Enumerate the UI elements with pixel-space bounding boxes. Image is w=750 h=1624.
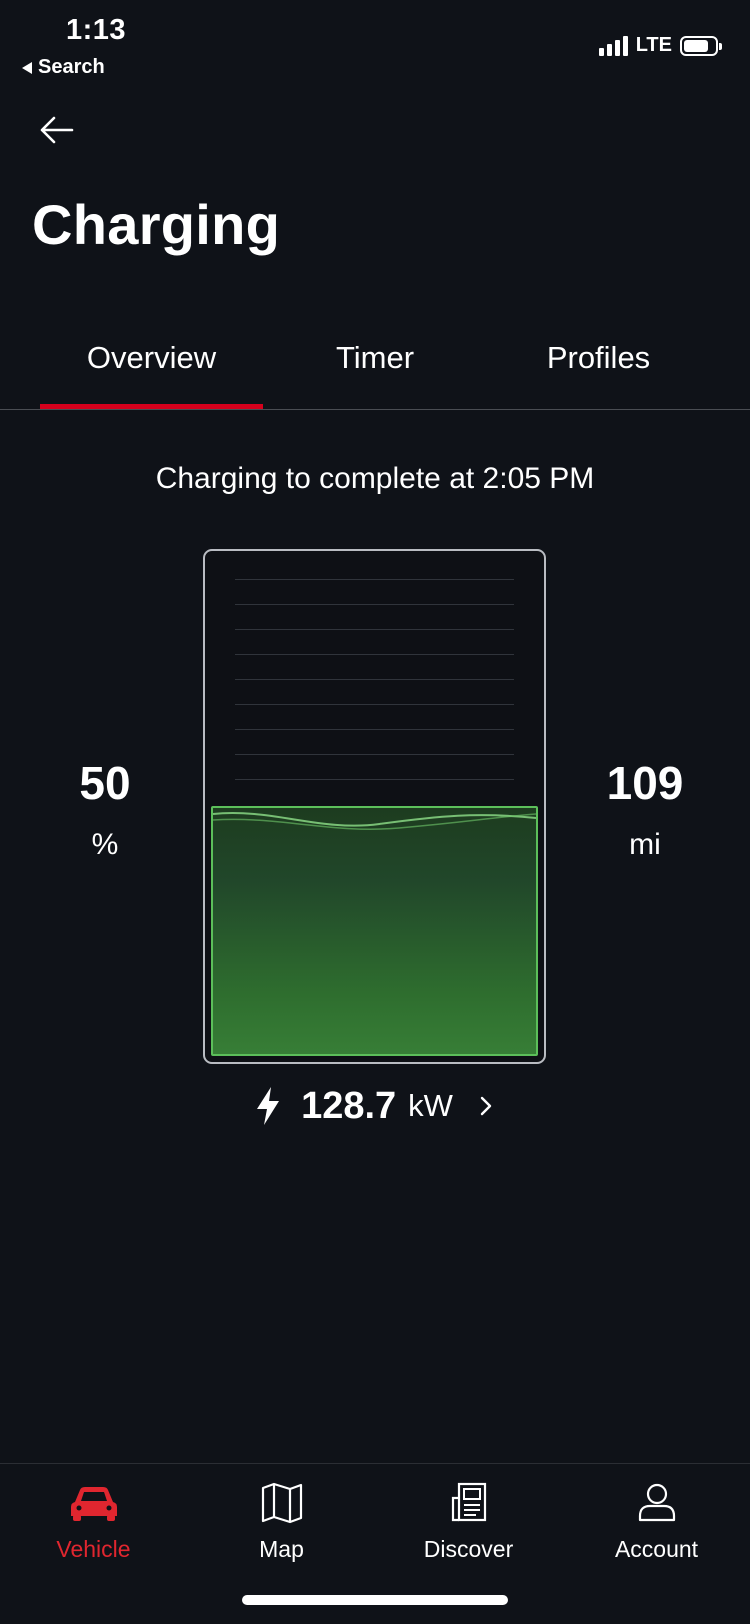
charging-power-value: 128.7 — [301, 1084, 397, 1127]
gauge-gridline — [235, 579, 514, 580]
tab-timer[interactable]: Timer — [263, 340, 487, 410]
gauge-gridline — [235, 629, 514, 630]
back-arrow-icon[interactable] — [36, 110, 76, 150]
charging-power-row[interactable]: 128.7 kW — [0, 1082, 750, 1130]
charging-status-message: Charging to complete at 2:05 PM — [155, 462, 595, 495]
range-unit: mi — [629, 828, 661, 861]
tab-divider — [0, 409, 750, 410]
range-value: 109 — [606, 757, 684, 809]
charge-percent-unit: % — [91, 828, 119, 861]
network-type: LTE — [635, 34, 672, 56]
battery-gauge — [203, 549, 546, 1064]
home-indicator — [242, 1595, 508, 1605]
charge-percent-value: 50 — [79, 757, 131, 809]
status-indicators: LTE — [598, 34, 722, 57]
charge-wave-icon — [213, 812, 536, 830]
battery-gauge-fill — [211, 806, 538, 1056]
nav-item-account[interactable]: Account — [563, 1464, 750, 1574]
bottom-nav: Vehicle Map Discover Account — [0, 1464, 750, 1574]
car-icon — [70, 1487, 117, 1521]
back-triangle-icon — [22, 61, 32, 74]
chevron-right-icon — [480, 1096, 492, 1116]
tab-bar: Overview Timer Profiles — [0, 340, 750, 410]
battery-icon — [680, 35, 722, 56]
status-back-search[interactable]: Search — [22, 56, 105, 79]
status-back-label: Search — [38, 56, 105, 78]
gauge-gridline — [235, 654, 514, 655]
gauge-gridline — [235, 679, 514, 680]
lightning-bolt-icon — [257, 1087, 280, 1125]
nav-label-vehicle: Vehicle — [56, 1536, 131, 1562]
tab-profiles[interactable]: Profiles — [487, 340, 710, 410]
gauge-gridline — [235, 754, 514, 755]
tab-overview[interactable]: Overview — [40, 340, 263, 410]
newspaper-icon — [451, 1482, 486, 1522]
nav-item-vehicle[interactable]: Vehicle — [0, 1464, 187, 1574]
nav-label-discover: Discover — [423, 1536, 514, 1562]
map-icon — [261, 1482, 302, 1524]
gauge-gridlines — [235, 551, 514, 806]
signal-strength-icon — [598, 35, 628, 56]
nav-item-discover[interactable]: Discover — [375, 1464, 562, 1574]
page-title: Charging — [32, 193, 281, 256]
gauge-gridline — [235, 604, 514, 605]
gauge-gridline — [235, 779, 514, 780]
charging-power-unit: kW — [408, 1088, 453, 1123]
person-icon — [638, 1483, 675, 1522]
status-time: 1:13 — [66, 14, 127, 46]
nav-label-account: Account — [614, 1536, 699, 1562]
gauge-gridline — [235, 704, 514, 705]
gauge-gridline — [235, 729, 514, 730]
nav-label-map: Map — [259, 1536, 304, 1562]
nav-item-map[interactable]: Map — [188, 1464, 375, 1574]
